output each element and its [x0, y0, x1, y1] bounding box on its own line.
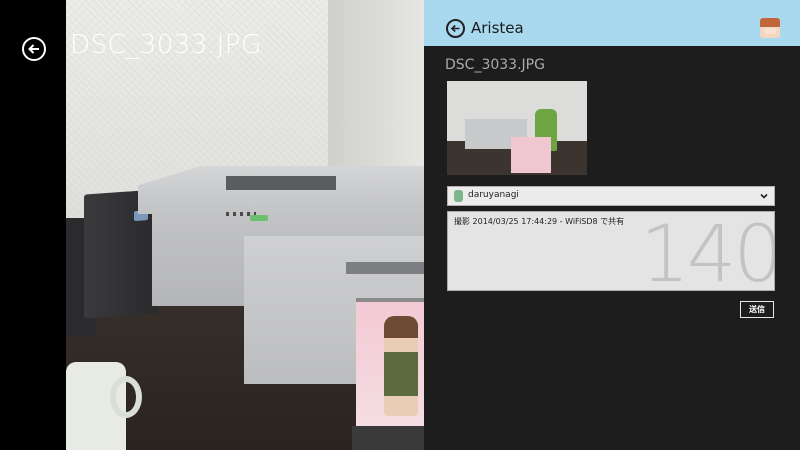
share-pane-back-button[interactable] [446, 19, 465, 38]
photo-printer-tray [346, 262, 424, 274]
photo-printer-slot [226, 176, 336, 190]
photo-calendar-figure [384, 316, 418, 416]
back-arrow-icon [450, 24, 460, 33]
share-pane: Aristea DSC_3033.JPG daruyanagi 撮影 2014/… [424, 0, 800, 450]
account-dropdown[interactable]: daruyanagi [447, 186, 775, 206]
thumbnail-calendar [511, 137, 551, 173]
photo-cup-handle [110, 376, 142, 418]
shared-file-name: DSC_3033.JPG [445, 57, 545, 73]
photo-printer-top [138, 166, 424, 214]
share-pane-header: Aristea [424, 0, 800, 46]
account-name: daruyanagi [468, 190, 519, 200]
user-avatar-icon [760, 18, 780, 38]
account-icon [454, 190, 463, 202]
remaining-char-count: 140 [640, 211, 775, 291]
photo-printer-button [250, 215, 268, 221]
photo-thumbnail [447, 81, 587, 175]
photo-title: DSC_3033.JPG [70, 30, 262, 60]
back-arrow-icon [28, 44, 39, 54]
app-title: Aristea [471, 19, 524, 37]
photo-image [66, 0, 424, 450]
message-textbox[interactable]: 撮影 2014/03/25 17:44:29 - WiFiSD8 で共有 140 [447, 211, 775, 291]
photo-viewer: DSC_3033.JPG [0, 0, 424, 450]
send-button[interactable]: 送信 [740, 301, 774, 318]
message-text: 撮影 2014/03/25 17:44:29 - WiFiSD8 で共有 [454, 217, 625, 226]
viewer-back-button[interactable] [22, 37, 46, 61]
chevron-down-icon [760, 193, 768, 199]
photo-calendar-stand [352, 426, 424, 450]
